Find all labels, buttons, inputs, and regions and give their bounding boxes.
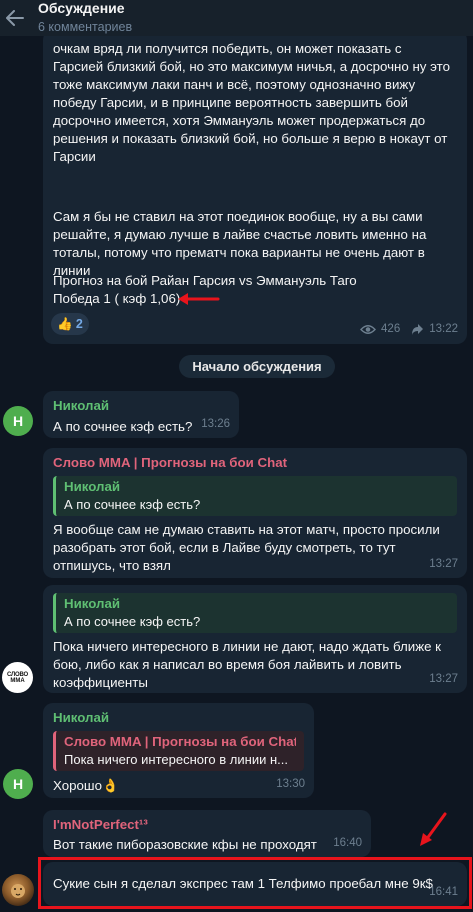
header-subtitle: 6 комментариев bbox=[38, 19, 133, 34]
message-text: Вот такие пиборазовские кфы не проходят bbox=[53, 837, 317, 852]
avatar-nikolay[interactable]: Н bbox=[3, 406, 33, 436]
forward-icon bbox=[412, 323, 424, 335]
message-imnotperfect-2[interactable]: Сукие сын я сделал экспрес там 1 Телфимо… bbox=[43, 862, 467, 906]
forecast-title: Прогноз на бой Райан Гарсия vs Эммануэль… bbox=[53, 273, 357, 288]
avatar-logo-text-2: MMA bbox=[10, 677, 25, 684]
message-time: 16:41 bbox=[429, 886, 458, 898]
discussion-start-label: Начало обсуждения bbox=[179, 355, 335, 378]
reply-sender: Николай bbox=[64, 596, 121, 611]
avatar-slovo-mma[interactable]: СЛОВО MMA bbox=[2, 662, 33, 693]
back-button[interactable] bbox=[0, 0, 30, 36]
header-title: Обсуждение bbox=[38, 0, 125, 16]
annotation-arrow-icon bbox=[178, 293, 220, 305]
header-text[interactable]: Обсуждение 6 комментариев bbox=[38, 0, 133, 35]
reply-quote[interactable]: Слово MMA | Прогнозы на бои Chat Пока ни… bbox=[53, 731, 304, 771]
message-time: 13:27 bbox=[429, 558, 458, 570]
message-text: Сукие сын я сделал экспрес там 1 Телфимо… bbox=[53, 876, 433, 891]
channel-post[interactable]: очкам вряд ли получится победить, он мож… bbox=[43, 30, 467, 344]
message-channel-reply-1[interactable]: Слово MMA | Прогнозы на бои Chat Николай… bbox=[43, 448, 467, 578]
sender-name[interactable]: I'mNotPerfect¹³ bbox=[53, 816, 361, 834]
eye-icon bbox=[360, 324, 376, 334]
reaction-count: 2 bbox=[75, 317, 83, 331]
message-imnotperfect-1[interactable]: I'mNotPerfect¹³ Вот такие пиборазовские … bbox=[43, 810, 371, 857]
back-arrow-icon bbox=[6, 10, 24, 26]
thumbs-up-icon: 👍 bbox=[57, 316, 73, 331]
lion-avatar-icon bbox=[11, 884, 25, 898]
message-time: 13:30 bbox=[276, 778, 305, 790]
sender-name[interactable]: Николай bbox=[53, 397, 229, 415]
reply-quote[interactable]: Николай А по сочнее кэф есть? bbox=[53, 593, 457, 633]
post-meta: 426 13:22 bbox=[360, 320, 458, 338]
reaction-thumbs-up[interactable]: 👍 2 bbox=[51, 313, 89, 335]
message-nikolay-2[interactable]: Николай Слово MMA | Прогнозы на бои Chat… bbox=[43, 703, 314, 798]
sender-name[interactable]: Слово MMA | Прогнозы на бои Chat bbox=[53, 454, 457, 472]
chat-header: Обсуждение 6 комментариев bbox=[0, 0, 473, 36]
post-paragraph-1: очкам вряд ли получится победить, он мож… bbox=[53, 41, 450, 164]
reply-text: А по сочнее кэф есть? bbox=[64, 614, 201, 629]
reply-sender: Слово MMA | Прогнозы на бои Chat bbox=[64, 734, 296, 749]
message-time: 13:26 bbox=[201, 418, 230, 430]
reply-text: Пока ничего интересного в линии н... bbox=[64, 752, 288, 767]
reply-quote[interactable]: Николай А по сочнее кэф есть? bbox=[53, 476, 457, 516]
message-channel-reply-2[interactable]: Николай А по сочнее кэф есть? Пока ничег… bbox=[43, 585, 467, 693]
reply-text: А по сочнее кэф есть? bbox=[64, 497, 201, 512]
message-text: Я вообще сам не думаю ставить на этот ма… bbox=[53, 522, 440, 573]
post-paragraph-2: Сам я бы не ставил на этот поединок вооб… bbox=[53, 209, 427, 278]
avatar-nikolay[interactable]: Н bbox=[3, 769, 33, 799]
annotation-arrow-icon bbox=[420, 812, 447, 846]
message-text: Пока ничего интересного в линии не дают,… bbox=[53, 639, 441, 690]
sender-name[interactable]: Николай bbox=[53, 709, 304, 727]
avatar-imnotperfect[interactable] bbox=[2, 874, 34, 906]
reply-sender: Николай bbox=[64, 479, 121, 494]
post-time: 13:22 bbox=[429, 323, 458, 335]
message-time: 13:27 bbox=[429, 673, 458, 685]
message-text: Хорошо👌 bbox=[53, 778, 119, 793]
views-count: 426 bbox=[381, 323, 401, 335]
message-nikolay-1[interactable]: Николай А по сочнее кэф есть? 13:26 bbox=[43, 391, 239, 438]
message-time: 16:40 bbox=[333, 837, 362, 849]
forecast-pick: Победа 1 ( кэф 1,06) bbox=[53, 291, 181, 306]
